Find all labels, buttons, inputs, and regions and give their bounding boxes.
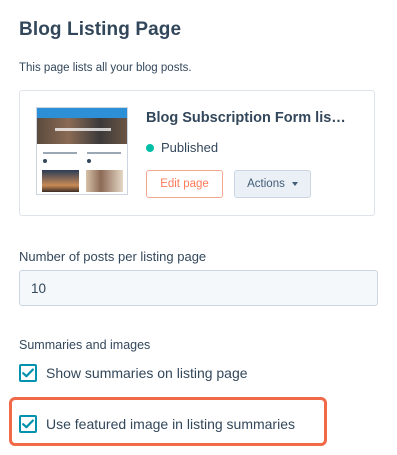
posts-per-page-label: Number of posts per listing page [19,249,207,264]
thumbnail-hero [37,118,127,144]
status-text: Published [161,140,219,155]
thumbnail-header-bar [37,108,127,118]
template-thumbnail[interactable] [36,107,128,195]
actions-label: Actions [247,178,285,190]
show-summaries-option[interactable]: Show summaries on listing page [19,364,248,382]
actions-button[interactable]: Actions [234,170,311,198]
status-dot-icon [146,144,154,152]
show-summaries-label: Show summaries on listing page [46,365,248,381]
edit-page-button[interactable]: Edit page [146,170,223,198]
checkmark-icon [22,368,34,378]
page-title: Blog Listing Page [19,19,182,40]
caret-down-icon [291,182,298,186]
page-description: This page lists all your blog posts. [19,62,192,74]
edit-page-label: Edit page [160,178,209,190]
highlight-box [9,397,327,446]
thumbnail-image-portrait [86,170,123,192]
summaries-section-label: Summaries and images [19,338,151,352]
show-summaries-checkbox[interactable] [19,364,37,382]
post-title: Blog Subscription Form lis… [146,110,346,126]
thumbnail-image-sunset [42,170,79,192]
posts-per-page-input[interactable]: 10 [19,270,378,306]
